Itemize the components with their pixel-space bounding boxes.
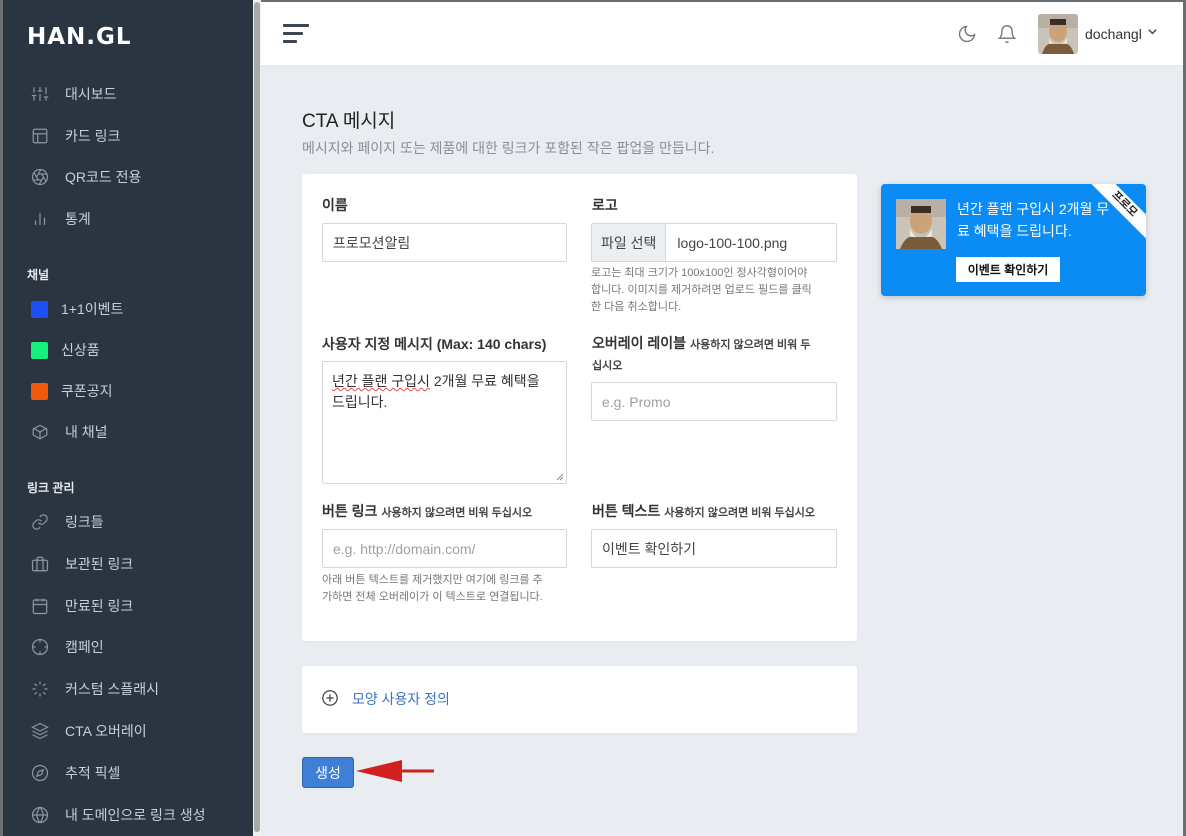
layout-icon: [31, 127, 49, 145]
logo-file-input[interactable]: 파일 선택 logo-100-100.png: [591, 223, 837, 262]
aperture-icon: [31, 168, 49, 186]
plus-circle-icon[interactable]: [321, 689, 339, 707]
sidebar-item-card-link[interactable]: 카드 링크: [31, 121, 120, 151]
channel-color-swatch: [31, 341, 48, 359]
button-link-label: 버튼 링크 사용하지 않으려면 비워 두십시오: [322, 503, 533, 519]
sidebar-item-splash[interactable]: 커스텀 스플래시: [31, 674, 159, 704]
sidebar-item-label: 통계: [65, 211, 91, 227]
menu-toggle-icon[interactable]: [283, 24, 309, 44]
sliders-icon: [31, 85, 49, 103]
sidebar-item-custom-domain[interactable]: 내 도메인으로 링크 생성: [31, 800, 205, 830]
link-icon: [31, 513, 49, 531]
bar-chart-icon: [31, 210, 49, 228]
sidebar-item-label: 링크들: [65, 514, 104, 530]
sidebar-item-label: 내 도메인으로 링크 생성: [65, 807, 206, 823]
sidebar-item-label: CTA 오버레이: [65, 723, 147, 739]
scrollbar-thumb[interactable]: [254, 2, 260, 832]
sidebar-item-label: 신상품: [61, 342, 100, 358]
sidebar-item-my-channel[interactable]: 내 채널: [31, 417, 108, 447]
channel-color-swatch: [31, 382, 48, 400]
overlay-label: 오버레이 레이블 사용하지 않으려면 비워 두: [592, 335, 811, 351]
sidebar-item-channel-3[interactable]: 쿠폰공지: [31, 376, 113, 406]
sidebar-item-archived[interactable]: 보관된 링크: [31, 549, 133, 579]
sidebar-item-label: 내 채널: [65, 424, 108, 440]
sidebar-item-campaign[interactable]: 캠페인: [31, 632, 104, 662]
sidebar-item-pixels[interactable]: 추적 픽셀: [31, 758, 120, 788]
sidebar-item-dashboard[interactable]: 대시보드: [31, 79, 117, 109]
cta-preview: 년간 플랜 구입시 2개월 무료 혜택을 드립니다. 이벤트 확인하기 프로모: [881, 184, 1146, 296]
brand-logo[interactable]: HAN.GL: [27, 24, 132, 50]
sidebar-item-label: 1+1이벤트: [61, 301, 124, 317]
arrow-annotation-icon: [356, 760, 434, 782]
chevron-down-icon[interactable]: [1147, 26, 1158, 40]
channel-color-swatch: [31, 300, 48, 318]
name-input[interactable]: 프로모션알림: [322, 223, 567, 262]
sidebar-item-channel-1[interactable]: 1+1이벤트: [31, 294, 123, 324]
file-name: logo-100-100.png: [677, 234, 788, 251]
moon-icon[interactable]: [957, 24, 977, 44]
sidebar-scrollbar[interactable]: [253, 0, 261, 836]
section-title-channels: 채널: [27, 268, 50, 282]
compass-icon: [31, 764, 49, 782]
box-icon: [31, 423, 49, 441]
logo-label: 로고: [592, 197, 618, 213]
loader-icon: [31, 680, 49, 698]
sidebar-item-channel-2[interactable]: 신상품: [31, 335, 100, 365]
sidebar-item-label: 쿠폰공지: [61, 383, 113, 399]
sidebar-item-label: 커스텀 스플래시: [65, 681, 160, 697]
sidebar-item-label: QR코드 전용: [65, 169, 142, 185]
name-label: 이름: [322, 197, 348, 213]
message-textarea[interactable]: 년간 플랜 구입시 2개월 무료 혜택을 드립니다.: [322, 361, 567, 484]
sidebar: HAN.GL 대시보드 카드 링크 QR코드 전용 통계 채널 1+1이벤트 신…: [3, 0, 253, 836]
customize-appearance-link[interactable]: 모양 사용자 정의: [352, 689, 450, 709]
preview-logo: [896, 199, 946, 249]
target-icon: [31, 638, 49, 656]
layers-icon: [31, 722, 49, 740]
sidebar-item-qr[interactable]: QR코드 전용: [31, 162, 141, 192]
button-link-help: 아래 버튼 텍스트를 제거했지만 여기에 링크를 추 가하면 전체 오버레이가 …: [322, 574, 543, 603]
sidebar-item-label: 추적 픽셀: [65, 765, 121, 781]
message-label: 사용자 지정 메시지 (Max: 140 chars): [322, 336, 547, 352]
sidebar-item-label: 만료된 링크: [65, 598, 134, 614]
sidebar-item-label: 대시보드: [65, 86, 117, 102]
avatar[interactable]: [1038, 14, 1078, 54]
button-text-input[interactable]: 이벤트 확인하기: [591, 529, 837, 568]
overlay-input[interactable]: e.g. Promo: [591, 382, 837, 421]
sidebar-item-expired[interactable]: 만료된 링크: [31, 591, 133, 621]
message-text: 2개월 무료 혜택을: [429, 373, 540, 389]
resize-handle-icon[interactable]: [556, 473, 564, 481]
section-title-links: 링크 관리: [27, 481, 75, 495]
button-link-input[interactable]: e.g. http://domain.com/: [322, 529, 567, 568]
message-text-misspelled: 년간 플랜 구입시: [332, 373, 430, 389]
preview-cta-button[interactable]: 이벤트 확인하기: [956, 257, 1060, 282]
logo-help-text: 로고는 최대 크기가 100x100인 정사각형이어야 합니다. 이미지를 제거…: [591, 267, 812, 313]
sidebar-item-cta-overlay[interactable]: CTA 오버레이: [31, 716, 147, 746]
message-text: 드립니다.: [332, 394, 388, 410]
create-button[interactable]: 생성: [302, 757, 354, 788]
page-subtitle: 메시지와 페이지 또는 제품에 대한 링크가 포함된 작은 팝업을 만듭니다.: [302, 140, 715, 156]
page-title: CTA 메시지: [302, 111, 396, 132]
overlay-label-hint: 십시오: [592, 360, 623, 372]
briefcase-icon: [31, 555, 49, 573]
topbar: dochangl: [261, 2, 1183, 66]
globe-icon: [31, 806, 49, 824]
sidebar-item-label: 캠페인: [65, 639, 104, 655]
bell-icon[interactable]: [997, 24, 1017, 44]
sidebar-item-label: 보관된 링크: [65, 556, 134, 572]
button-text-label: 버튼 텍스트 사용하지 않으려면 비워 두십시오: [592, 503, 816, 519]
sidebar-item-label: 카드 링크: [65, 128, 121, 144]
calendar-icon: [31, 597, 49, 615]
username[interactable]: dochangl: [1085, 26, 1142, 42]
sidebar-item-links[interactable]: 링크들: [31, 507, 104, 537]
sidebar-item-stats[interactable]: 통계: [31, 204, 91, 234]
file-select-button[interactable]: 파일 선택: [592, 224, 667, 261]
preview-message: 년간 플랜 구입시 2개월 무료 혜택을 드립니다.: [957, 201, 1110, 239]
